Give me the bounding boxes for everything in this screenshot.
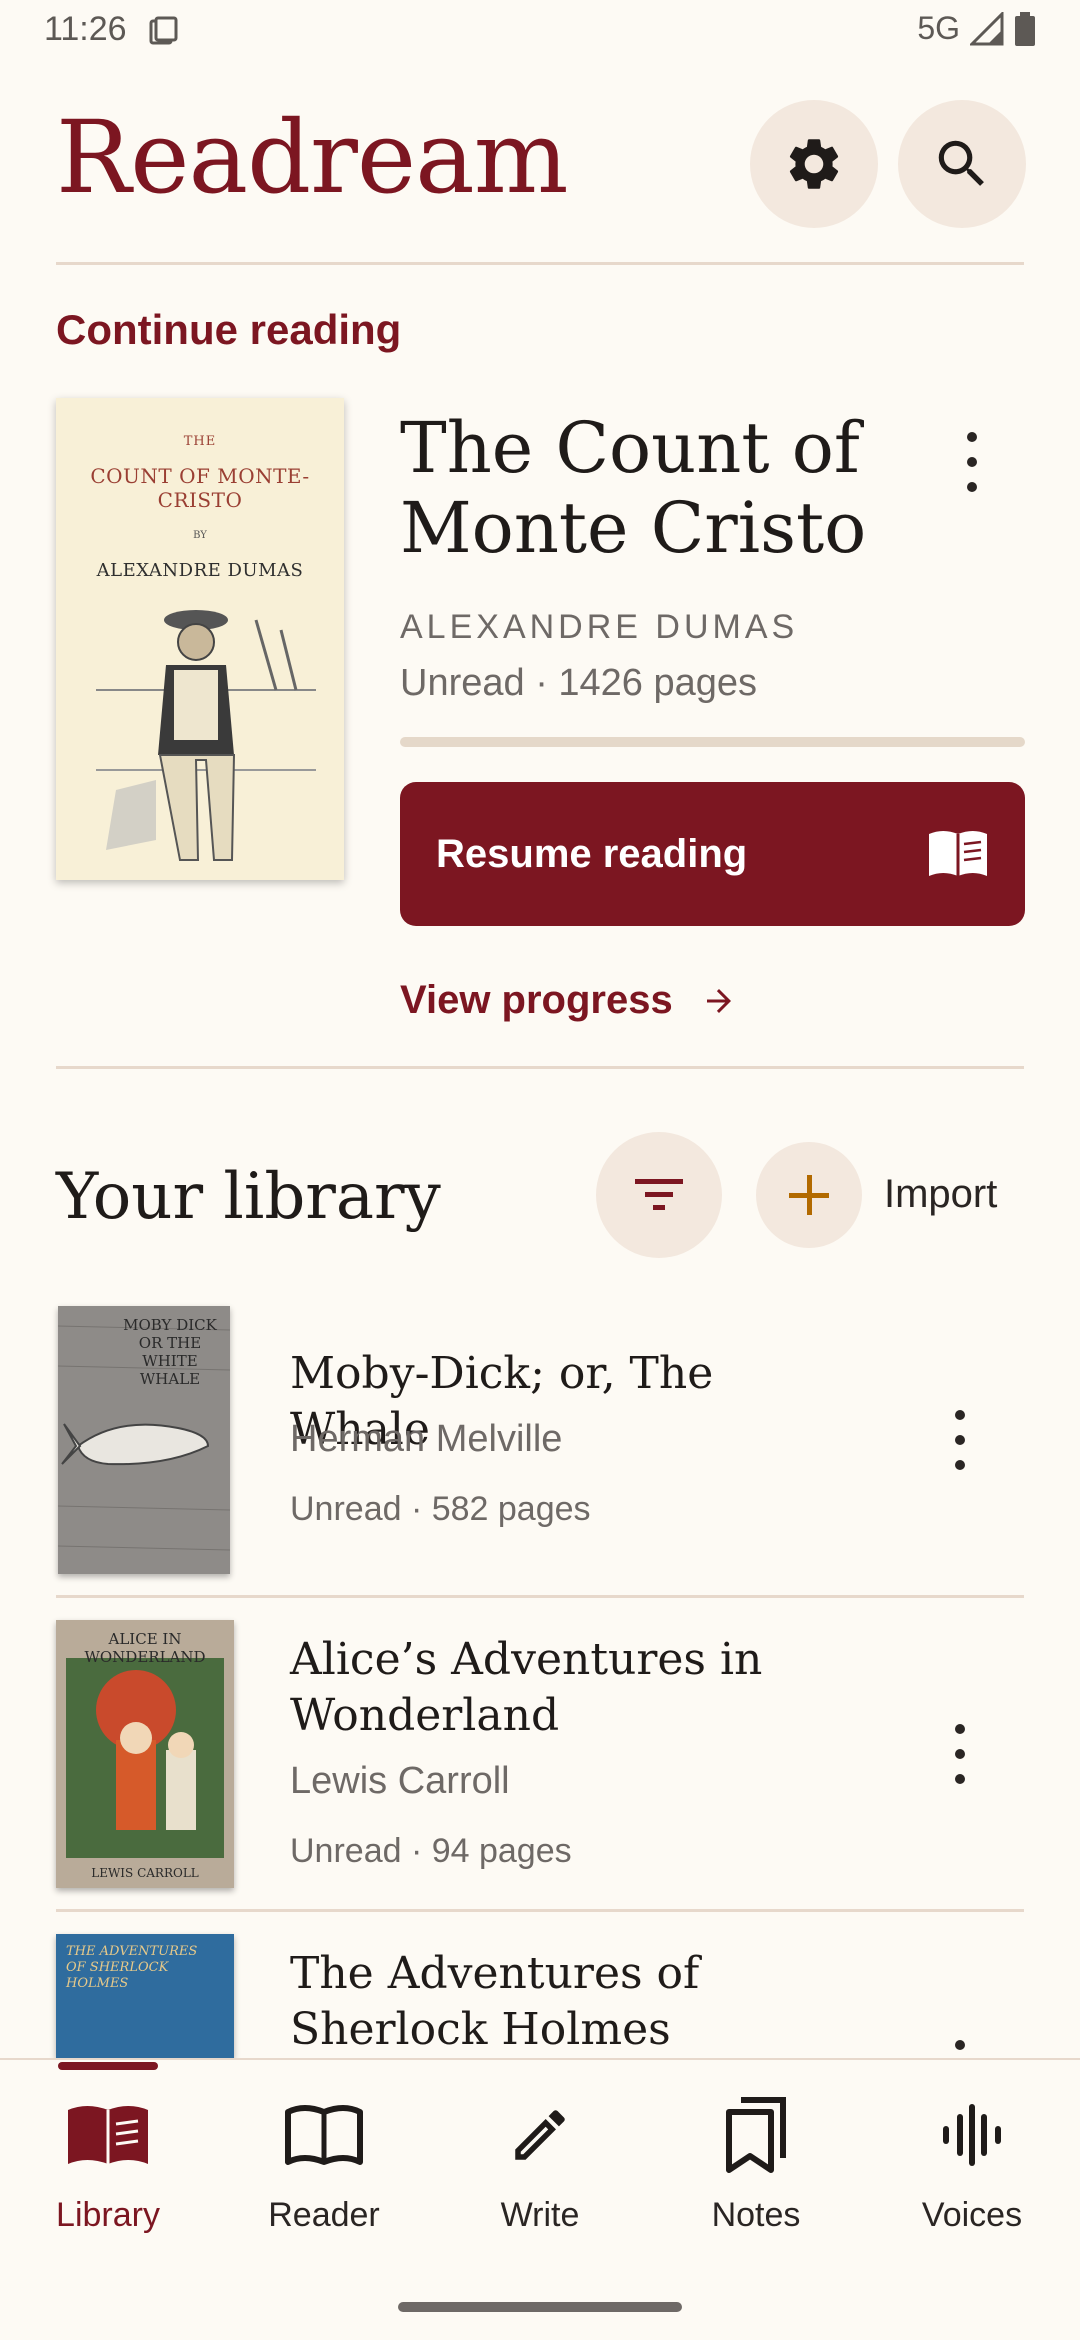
- cover-title: COUNT OF MONTE-CRISTO: [90, 464, 310, 512]
- list-divider: [56, 1595, 1024, 1598]
- arrow-right-icon: [706, 988, 731, 1013]
- book-cover[interactable]: MOBY DICK OR THE WHITE WHALE: [58, 1306, 230, 1574]
- list-divider: [56, 1909, 1024, 1912]
- section-divider: [56, 1066, 1024, 1069]
- book-more-button[interactable]: [940, 1410, 980, 1470]
- dot: [967, 457, 977, 467]
- reading-progress-bar: [400, 737, 1025, 747]
- signal-icon: [970, 11, 1004, 45]
- dot: [955, 1435, 965, 1445]
- nav-item-voices[interactable]: Voices: [864, 2080, 1080, 2235]
- cover-by: BY: [193, 530, 207, 541]
- pencil-icon: [515, 2110, 565, 2160]
- book-author: Lewis Carroll: [290, 1760, 510, 1802]
- app-title: Readream: [56, 99, 569, 216]
- network-type: 5G: [917, 10, 960, 46]
- status-time: 11:26: [44, 10, 127, 48]
- dot: [955, 1460, 965, 1470]
- dot: [955, 1410, 965, 1420]
- status-bar: 11:26 5G: [0, 0, 1080, 64]
- search-icon: [938, 140, 984, 186]
- resume-reading-label: Resume reading: [436, 831, 748, 876]
- dot: [955, 2040, 965, 2050]
- import-label[interactable]: Import: [884, 1172, 997, 1217]
- cover-author: ALEXANDRE DUMAS: [96, 560, 304, 581]
- dot: [955, 1724, 965, 1734]
- battery-icon: [1015, 11, 1035, 46]
- book-meta: Unread · 94 pages: [290, 1832, 572, 1870]
- search-button[interactable]: [898, 100, 1026, 228]
- nav-item-write[interactable]: Write: [432, 2080, 648, 2235]
- nav-item-reader[interactable]: Reader: [216, 2080, 432, 2235]
- book-open-icon: [929, 831, 987, 876]
- waveform-icon: [943, 2104, 1001, 2166]
- filter-icon: [635, 1179, 683, 1210]
- nav-label: Voices: [921, 2196, 1023, 2234]
- book-cover[interactable]: THE ADVENTURES OF SHERLOCK HOLMES: [56, 1934, 234, 2058]
- dot: [967, 432, 977, 442]
- book-more-button[interactable]: [940, 2040, 980, 2058]
- library-title: Your library: [56, 1160, 441, 1234]
- cover-title-small: THE: [183, 434, 217, 449]
- dot: [955, 1749, 965, 1759]
- book-cover[interactable]: ALICE IN WONDERLAND LEWIS CARROLL: [56, 1620, 234, 1888]
- nav-label: Write: [500, 2196, 580, 2234]
- settings-button[interactable]: [750, 100, 878, 228]
- book-more-button[interactable]: [940, 1724, 980, 1784]
- plus-icon: [789, 1175, 829, 1215]
- dot: [967, 482, 977, 492]
- book-cover-author: LEWIS CARROLL: [91, 1866, 199, 1880]
- book-title[interactable]: Alice’s Adventures in Wonderland: [290, 1632, 850, 1744]
- cover-illustration: [96, 610, 316, 861]
- book-cover-text: THE ADVENTURES OF SHERLOCK HOLMES: [66, 1944, 198, 1991]
- book-author: Herman Melville: [290, 1418, 563, 1460]
- import-button[interactable]: [756, 1142, 862, 1248]
- dot: [955, 1774, 965, 1784]
- nav-label: Reader: [268, 2196, 380, 2234]
- book-meta: Unread · 582 pages: [290, 1490, 591, 1528]
- home-indicator[interactable]: [398, 2302, 682, 2312]
- gear-icon: [789, 139, 839, 189]
- resume-reading-button[interactable]: Resume reading: [400, 782, 1025, 926]
- filter-button[interactable]: [596, 1132, 722, 1258]
- nav-item-notes[interactable]: Notes: [648, 2080, 864, 2235]
- view-progress-link[interactable]: View progress: [400, 978, 737, 1023]
- book-outline-icon: [285, 2105, 363, 2165]
- nav-item-library[interactable]: Library: [0, 2080, 216, 2235]
- book-open-icon: [68, 2106, 148, 2164]
- continue-reading-more-button[interactable]: [952, 432, 992, 492]
- notes-icon: [726, 2097, 786, 2173]
- nav-label: Library: [56, 2196, 160, 2234]
- status-indicators: 5G: [917, 10, 1036, 47]
- sim-card-icon: [149, 16, 178, 45]
- header-divider: [56, 262, 1024, 265]
- nav-label: Notes: [711, 2196, 801, 2234]
- book-title[interactable]: The Adventures of Sherlock Holmes: [290, 1946, 850, 2058]
- view-progress-label: View progress: [400, 978, 673, 1022]
- continue-reading-cover[interactable]: THE COUNT OF MONTE-CRISTO BY ALEXANDRE D…: [56, 398, 344, 880]
- nav-active-indicator: [58, 2062, 158, 2070]
- continue-reading-label: Continue reading: [56, 306, 402, 353]
- continue-reading-meta: Unread · 1426 pages: [400, 662, 758, 704]
- continue-reading-author: ALEXANDRE DUMAS: [400, 608, 799, 646]
- continue-reading-title[interactable]: The Count of Monte Cristo: [400, 408, 920, 568]
- book-cover-text: ALICE IN WONDERLAND: [84, 1630, 206, 1666]
- book-cover-text: MOBY DICK OR THE WHITE WHALE: [123, 1316, 217, 1388]
